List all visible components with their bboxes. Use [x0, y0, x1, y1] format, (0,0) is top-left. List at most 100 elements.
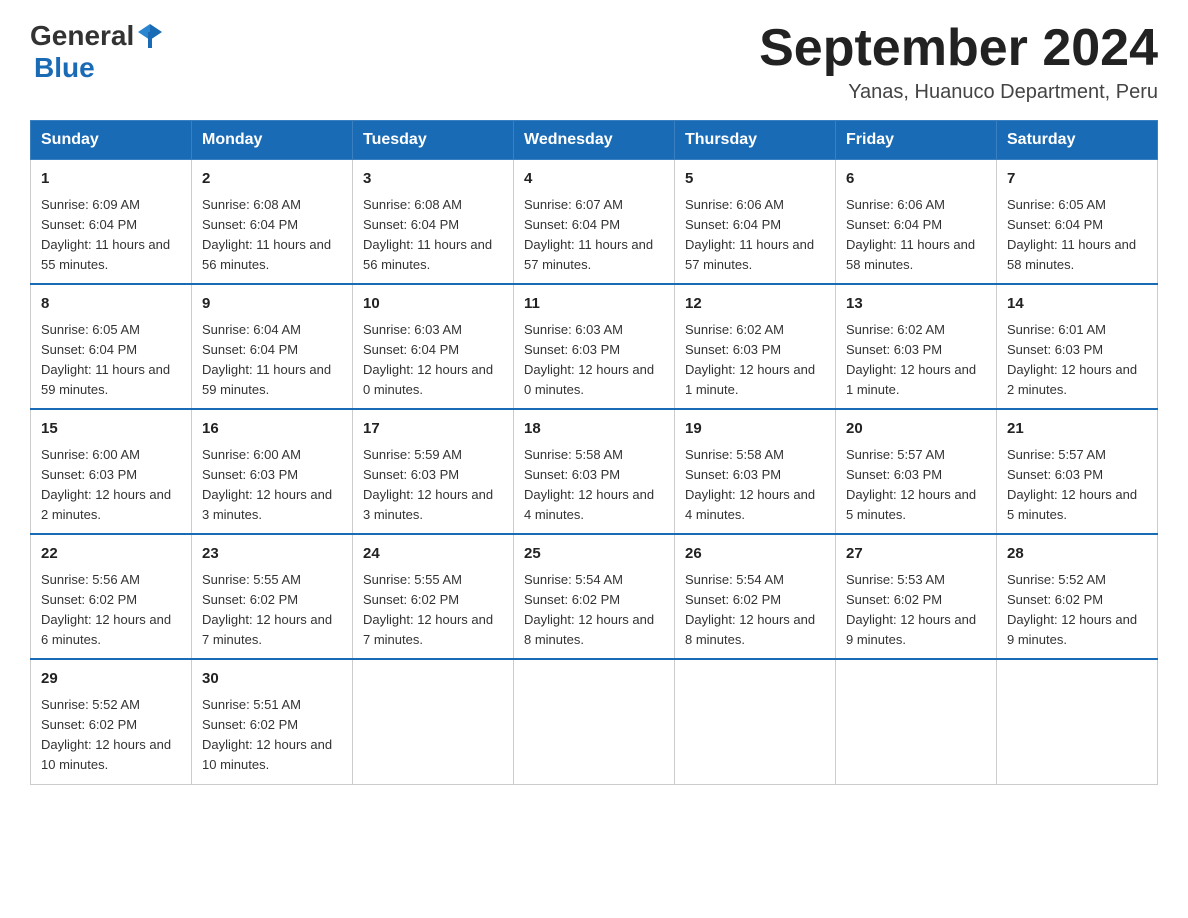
day-number: 20 — [846, 418, 986, 441]
day-number: 22 — [41, 543, 181, 566]
calendar-day-cell: 4 Sunrise: 6:07 AMSunset: 6:04 PMDaylight… — [514, 160, 675, 285]
calendar-day-cell: 25 Sunrise: 5:54 AMSunset: 6:02 PMDayligh… — [514, 534, 675, 659]
calendar-day-cell: 13 Sunrise: 6:02 AMSunset: 6:03 PMDayligh… — [836, 284, 997, 409]
day-info: Sunrise: 5:59 AMSunset: 6:03 PMDaylight:… — [363, 445, 503, 526]
weekday-header-row: SundayMondayTuesdayWednesdayThursdayFrid… — [31, 121, 1158, 160]
day-number: 6 — [846, 168, 986, 191]
day-number: 29 — [41, 668, 181, 691]
calendar-day-cell: 21Sunrise: 5:57 AMSunset: 6:03 PMDayligh… — [997, 409, 1158, 534]
calendar-day-cell: 16 Sunrise: 6:00 AMSunset: 6:03 PMDayligh… — [192, 409, 353, 534]
day-info: Sunrise: 5:55 AMSunset: 6:02 PMDaylight:… — [363, 570, 503, 651]
day-number: 24 — [363, 543, 503, 566]
calendar-day-cell: 1Sunrise: 6:09 AMSunset: 6:04 PMDaylight… — [31, 160, 192, 285]
day-info: Sunrise: 6:05 AMSunset: 6:04 PMDaylight:… — [1007, 195, 1147, 276]
day-number: 1 — [41, 168, 181, 191]
calendar-day-cell: 10 Sunrise: 6:03 AMSunset: 6:04 PMDayligh… — [353, 284, 514, 409]
day-info: Sunrise: 6:00 AMSunset: 6:03 PMDaylight:… — [202, 445, 342, 526]
day-number: 4 — [524, 168, 664, 191]
calendar-table: SundayMondayTuesdayWednesdayThursdayFrid… — [30, 120, 1158, 784]
day-info: Sunrise: 5:51 AMSunset: 6:02 PMDaylight:… — [202, 695, 342, 776]
weekday-header-tuesday: Tuesday — [353, 121, 514, 160]
day-info: Sunrise: 6:08 AMSunset: 6:04 PMDaylight:… — [202, 195, 342, 276]
weekday-header-friday: Friday — [836, 121, 997, 160]
day-number: 15 — [41, 418, 181, 441]
day-number: 10 — [363, 293, 503, 316]
calendar-day-cell: 23Sunrise: 5:55 AMSunset: 6:02 PMDayligh… — [192, 534, 353, 659]
day-info: Sunrise: 5:52 AMSunset: 6:02 PMDaylight:… — [41, 695, 181, 776]
logo-general-text: General — [30, 20, 134, 52]
day-number: 11 — [524, 293, 664, 316]
day-number: 16 — [202, 418, 342, 441]
day-number: 17 — [363, 418, 503, 441]
calendar-day-cell: 29 Sunrise: 5:52 AMSunset: 6:02 PMDayligh… — [31, 659, 192, 784]
calendar-day-cell: 6 Sunrise: 6:06 AMSunset: 6:04 PMDaylight… — [836, 160, 997, 285]
calendar-day-cell: 26Sunrise: 5:54 AMSunset: 6:02 PMDayligh… — [675, 534, 836, 659]
calendar-day-cell — [514, 659, 675, 784]
day-info: Sunrise: 5:54 AMSunset: 6:02 PMDaylight:… — [524, 570, 664, 651]
calendar-day-cell — [675, 659, 836, 784]
day-info: Sunrise: 6:01 AMSunset: 6:03 PMDaylight:… — [1007, 320, 1147, 401]
day-number: 3 — [363, 168, 503, 191]
weekday-header-saturday: Saturday — [997, 121, 1158, 160]
day-info: Sunrise: 6:06 AMSunset: 6:04 PMDaylight:… — [685, 195, 825, 276]
day-number: 30 — [202, 668, 342, 691]
day-number: 21 — [1007, 418, 1147, 441]
calendar-day-cell: 27 Sunrise: 5:53 AMSunset: 6:02 PMDayligh… — [836, 534, 997, 659]
day-number: 8 — [41, 293, 181, 316]
day-info: Sunrise: 6:08 AMSunset: 6:04 PMDaylight:… — [363, 195, 503, 276]
calendar-day-cell: 11 Sunrise: 6:03 AMSunset: 6:03 PMDayligh… — [514, 284, 675, 409]
day-number: 5 — [685, 168, 825, 191]
day-number: 19 — [685, 418, 825, 441]
calendar-day-cell: 2 Sunrise: 6:08 AMSunset: 6:04 PMDaylight… — [192, 160, 353, 285]
calendar-day-cell — [836, 659, 997, 784]
calendar-day-cell: 17 Sunrise: 5:59 AMSunset: 6:03 PMDayligh… — [353, 409, 514, 534]
calendar-day-cell: 30 Sunrise: 5:51 AMSunset: 6:02 PMDayligh… — [192, 659, 353, 784]
calendar-day-cell: 5 Sunrise: 6:06 AMSunset: 6:04 PMDaylight… — [675, 160, 836, 285]
day-info: Sunrise: 6:03 AMSunset: 6:03 PMDaylight:… — [524, 320, 664, 401]
weekday-header-thursday: Thursday — [675, 121, 836, 160]
day-number: 27 — [846, 543, 986, 566]
calendar-day-cell: 9Sunrise: 6:04 AMSunset: 6:04 PMDaylight… — [192, 284, 353, 409]
day-info: Sunrise: 6:02 AMSunset: 6:03 PMDaylight:… — [846, 320, 986, 401]
calendar-day-cell: 14 Sunrise: 6:01 AMSunset: 6:03 PMDayligh… — [997, 284, 1158, 409]
day-number: 26 — [685, 543, 825, 566]
day-info: Sunrise: 6:07 AMSunset: 6:04 PMDaylight:… — [524, 195, 664, 276]
day-info: Sunrise: 5:52 AMSunset: 6:02 PMDaylight:… — [1007, 570, 1147, 651]
calendar-day-cell: 8 Sunrise: 6:05 AMSunset: 6:04 PMDaylight… — [31, 284, 192, 409]
calendar-day-cell: 22 Sunrise: 5:56 AMSunset: 6:02 PMDayligh… — [31, 534, 192, 659]
day-number: 13 — [846, 293, 986, 316]
day-number: 23 — [202, 543, 342, 566]
location-subtitle: Yanas, Huanuco Department, Peru — [759, 81, 1158, 104]
day-info: Sunrise: 5:57 AMSunset: 6:03 PMDaylight:… — [846, 445, 986, 526]
day-number: 14 — [1007, 293, 1147, 316]
logo-flag-icon — [136, 22, 164, 50]
calendar-week-row: 22 Sunrise: 5:56 AMSunset: 6:02 PMDayligh… — [31, 534, 1158, 659]
weekday-header-wednesday: Wednesday — [514, 121, 675, 160]
day-number: 12 — [685, 293, 825, 316]
month-year-title: September 2024 — [759, 20, 1158, 77]
day-info: Sunrise: 6:02 AMSunset: 6:03 PMDaylight:… — [685, 320, 825, 401]
day-number: 18 — [524, 418, 664, 441]
calendar-day-cell: 20 Sunrise: 5:57 AMSunset: 6:03 PMDayligh… — [836, 409, 997, 534]
calendar-day-cell: 12 Sunrise: 6:02 AMSunset: 6:03 PMDayligh… — [675, 284, 836, 409]
day-info: Sunrise: 6:06 AMSunset: 6:04 PMDaylight:… — [846, 195, 986, 276]
logo: General Blue — [30, 20, 164, 84]
calendar-day-cell: 28Sunrise: 5:52 AMSunset: 6:02 PMDayligh… — [997, 534, 1158, 659]
calendar-day-cell — [997, 659, 1158, 784]
day-info: Sunrise: 5:56 AMSunset: 6:02 PMDaylight:… — [41, 570, 181, 651]
calendar-day-cell: 18Sunrise: 5:58 AMSunset: 6:03 PMDayligh… — [514, 409, 675, 534]
calendar-week-row: 29 Sunrise: 5:52 AMSunset: 6:02 PMDayligh… — [31, 659, 1158, 784]
calendar-day-cell — [353, 659, 514, 784]
day-number: 9 — [202, 293, 342, 316]
day-number: 2 — [202, 168, 342, 191]
calendar-day-cell: 19 Sunrise: 5:58 AMSunset: 6:03 PMDayligh… — [675, 409, 836, 534]
day-info: Sunrise: 5:53 AMSunset: 6:02 PMDaylight:… — [846, 570, 986, 651]
day-number: 25 — [524, 543, 664, 566]
day-info: Sunrise: 5:58 AMSunset: 6:03 PMDaylight:… — [685, 445, 825, 526]
calendar-week-row: 8 Sunrise: 6:05 AMSunset: 6:04 PMDaylight… — [31, 284, 1158, 409]
calendar-day-cell: 7Sunrise: 6:05 AMSunset: 6:04 PMDaylight… — [997, 160, 1158, 285]
day-info: Sunrise: 6:03 AMSunset: 6:04 PMDaylight:… — [363, 320, 503, 401]
calendar-day-cell: 3 Sunrise: 6:08 AMSunset: 6:04 PMDaylight… — [353, 160, 514, 285]
day-info: Sunrise: 6:05 AMSunset: 6:04 PMDaylight:… — [41, 320, 181, 401]
logo-blue-text: Blue — [34, 52, 95, 84]
